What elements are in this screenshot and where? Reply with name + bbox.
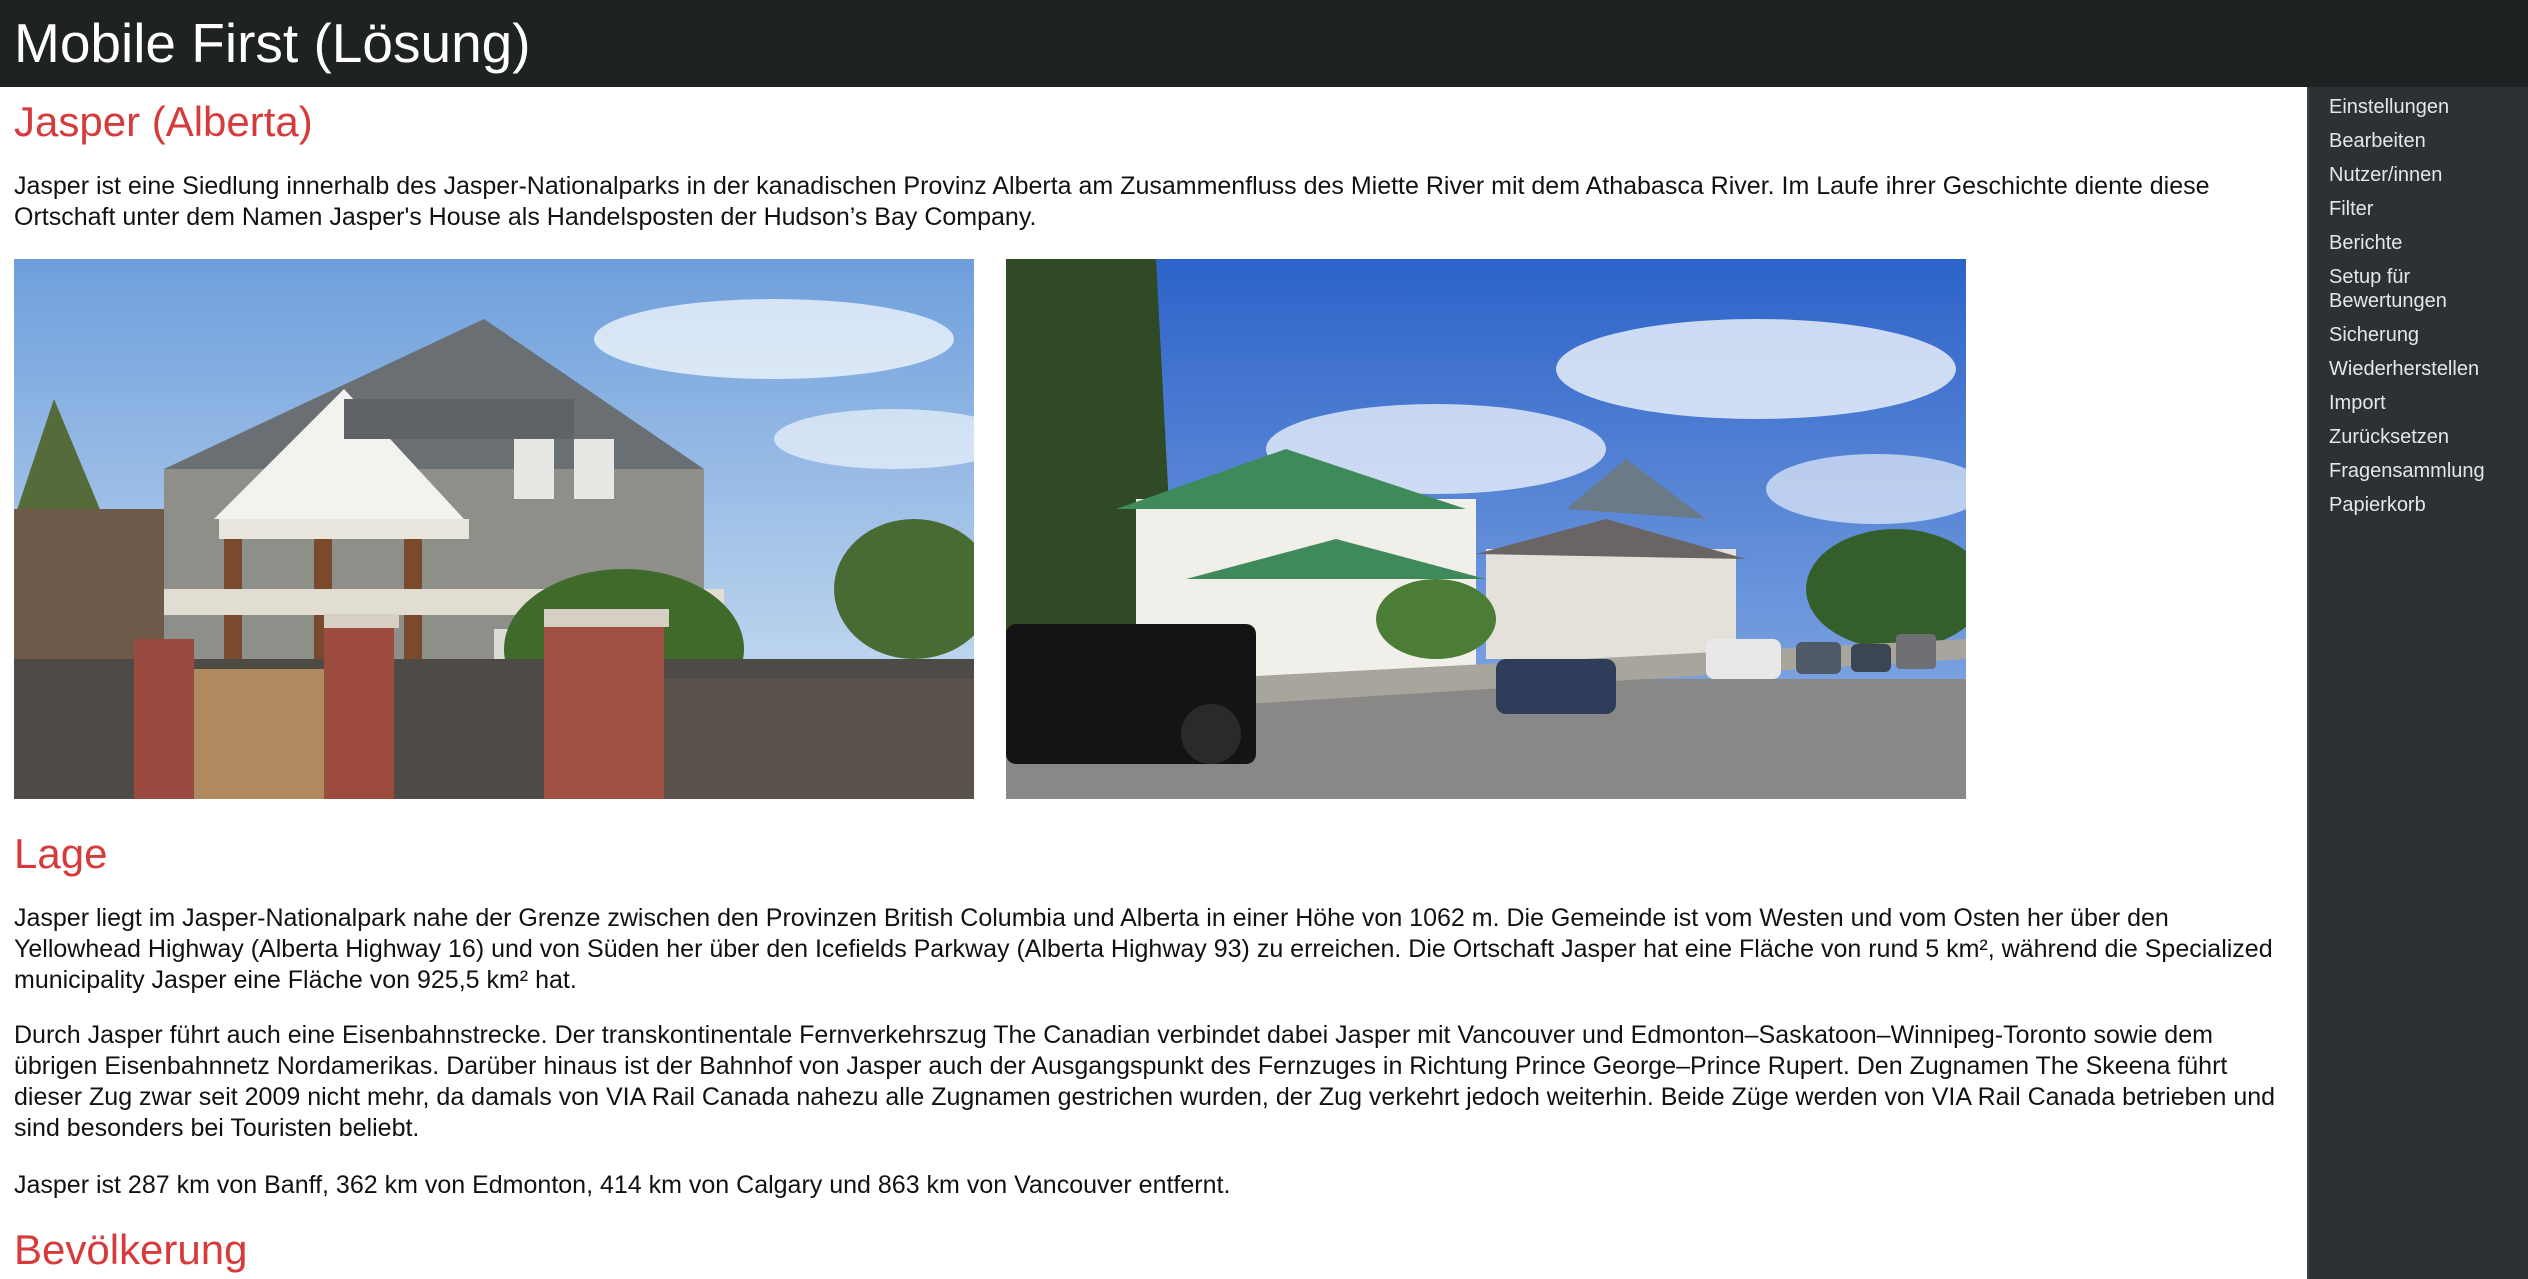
sidebar-item-bearbeiten[interactable]: Bearbeiten [2329,129,2519,153]
sidebar-item-setup-bewertungen[interactable]: Setup für Bewertungen [2329,265,2519,313]
house-photo [14,259,974,799]
sidebar-item-papierkorb[interactable]: Papierkorb [2329,493,2519,517]
settings-sidebar: Einstellungen Bearbeiten Nutzer/innen Fi… [2307,87,2528,1279]
sidebar-item-filter[interactable]: Filter [2329,197,2519,221]
street-photo [1006,259,1966,799]
lage-paragraph-1: Jasper liegt im Jasper-Nationalpark nahe… [14,904,2273,994]
sidebar-item-import[interactable]: Import [2329,391,2519,415]
lage-paragraph-3: Jasper ist 287 km von Banff, 362 km von … [14,1171,1231,1199]
sidebar-item-einstellungen[interactable]: Einstellungen [2329,95,2519,119]
article-title: Jasper (Alberta) [14,98,313,145]
app-header: Mobile First (Lösung) [0,0,2528,87]
sidebar-item-nutzer-innen[interactable]: Nutzer/innen [2329,163,2519,187]
sidebar-item-wiederherstellen[interactable]: Wiederherstellen [2329,357,2519,381]
section-heading-lage: Lage [14,830,108,877]
main-content: Jasper (Alberta) Jasper ist eine Siedlun… [0,87,2307,1279]
app-title: Mobile First (Lösung) [14,12,531,74]
lage-paragraph-2: Durch Jasper führt auch eine Eisenbahnst… [14,1021,2276,1142]
sidebar-item-zuruecksetzen[interactable]: Zurücksetzen [2329,425,2519,449]
section-heading-bevoelkerung: Bevölkerung [14,1226,248,1273]
sidebar-item-fragensammlung[interactable]: Fragensammlung [2329,459,2519,483]
sidebar-item-berichte[interactable]: Berichte [2329,231,2519,255]
intro-paragraph: Jasper ist eine Siedlung innerhalb des J… [14,172,2210,231]
sidebar-item-sicherung[interactable]: Sicherung [2329,323,2519,347]
sidebar-menu: Einstellungen Bearbeiten Nutzer/innen Fi… [2309,87,2528,517]
